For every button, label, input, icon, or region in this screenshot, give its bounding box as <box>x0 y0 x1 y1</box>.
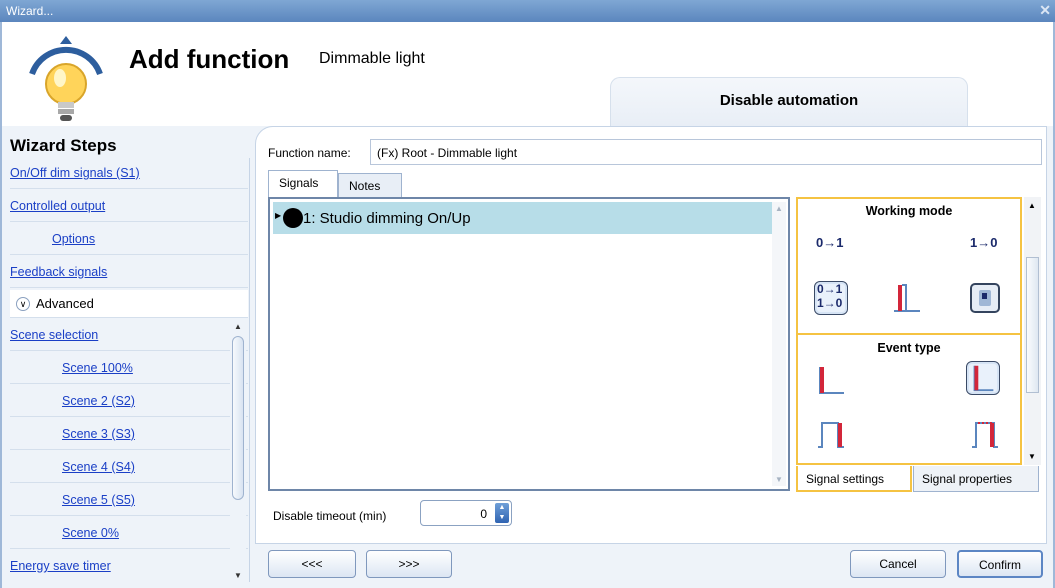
both-edges-mode-icon[interactable]: 0→1 1→0 <box>814 281 848 315</box>
function-name-field[interactable]: (Fx) Root - Dimmable light <box>370 139 1042 165</box>
timeout-value: 0 <box>480 507 487 521</box>
scroll-up-icon[interactable]: ▲ <box>775 204 783 213</box>
spinner-arrows-icon[interactable]: ▲ ▼ <box>495 503 509 523</box>
tab-signal-settings[interactable]: Signal settings <box>796 466 912 492</box>
scroll-up-icon[interactable]: ▲ <box>1028 201 1036 210</box>
rising-edge-mode-icon[interactable]: 0→1 <box>814 227 848 261</box>
section-divider <box>798 333 1020 335</box>
step-scene-4[interactable]: Scene 4 (S4) <box>10 452 248 483</box>
function-name-label: Function name: <box>268 146 351 160</box>
event-type-title: Event type <box>877 341 941 355</box>
long-press-icon-b[interactable] <box>968 417 1002 451</box>
signal-dot-icon <box>283 208 303 228</box>
tab-notes[interactable]: Notes <box>338 173 402 198</box>
bulb-icon <box>29 36 103 121</box>
window-titlebar: Wizard... ✕ <box>0 0 1055 22</box>
advanced-label: Advanced <box>36 296 94 311</box>
step-feedback-signals[interactable]: Feedback signals <box>10 257 248 288</box>
step-scene-selection[interactable]: Scene selection <box>10 320 248 351</box>
wizard-steps-list: On/Off dim signals (S1) Controlled outpu… <box>10 158 250 582</box>
properties-scrollbar[interactable]: ▲ ▼ <box>1024 197 1041 465</box>
signal-settings-panel: Working mode 0→1 1→0 0→1 1→0 Event type <box>796 197 1022 465</box>
advanced-expander[interactable]: ∨ Advanced <box>10 290 248 318</box>
toggle-device-icon[interactable] <box>968 281 1002 315</box>
signals-list: ▶ 1: Studio dimming On/Up ▲ ▼ <box>268 197 790 491</box>
signal-row[interactable]: ▶ 1: Studio dimming On/Up <box>273 202 773 234</box>
chevron-down-icon[interactable]: ∨ <box>16 297 30 311</box>
close-icon[interactable]: ✕ <box>1039 2 1051 19</box>
step-scene-100[interactable]: Scene 100% <box>10 353 248 384</box>
window-title: Wizard... <box>6 4 54 18</box>
signal-label: 1: Studio dimming On/Up <box>303 210 471 227</box>
scroll-down-icon[interactable]: ▼ <box>233 571 243 580</box>
scroll-down-icon[interactable]: ▼ <box>775 475 783 484</box>
step-on-off-dim-signals[interactable]: On/Off dim signals (S1) <box>10 158 248 189</box>
disable-timeout-stepper[interactable]: 0 ▲ ▼ <box>420 500 512 526</box>
previous-button[interactable]: <<< <box>268 550 356 578</box>
tab-signal-properties[interactable]: Signal properties <box>913 466 1039 492</box>
function-subtitle: Dimmable light <box>319 50 425 67</box>
step-energy-save-timer[interactable]: Energy save timer <box>10 551 248 582</box>
disable-automation-tab[interactable]: Disable automation <box>610 77 968 127</box>
scrollbar-thumb[interactable] <box>232 336 244 500</box>
wizard-steps-title: Wizard Steps <box>10 136 117 155</box>
scroll-up-icon[interactable]: ▲ <box>233 322 243 331</box>
disable-timeout-label: Disable timeout (min) <box>273 509 387 523</box>
signals-scrollbar[interactable]: ▲ ▼ <box>772 202 786 486</box>
wizard-header: Add function Dimmable light Disable auto… <box>2 22 1053 127</box>
steps-scrollbar[interactable]: ▲ ▼ <box>230 320 246 582</box>
next-button[interactable]: >>> <box>366 550 452 578</box>
step-options[interactable]: Options <box>10 224 248 255</box>
expand-arrow-icon[interactable]: ▶ <box>275 211 281 220</box>
step-controlled-output[interactable]: Controlled output <box>10 191 248 222</box>
long-press-icon-a[interactable] <box>814 417 848 451</box>
falling-edge-icon-b[interactable] <box>966 361 1000 395</box>
page-title: Add function <box>129 44 290 74</box>
cancel-button[interactable]: Cancel <box>850 550 946 578</box>
falling-edge-mode-icon[interactable]: 1→0 <box>968 227 1002 261</box>
step-scene-5[interactable]: Scene 5 (S5) <box>10 485 248 516</box>
falling-edge-icon-a[interactable] <box>814 363 848 397</box>
scroll-down-icon[interactable]: ▼ <box>1028 452 1036 461</box>
confirm-button[interactable]: Confirm <box>957 550 1043 578</box>
pulse-mode-icon[interactable] <box>890 281 924 315</box>
working-mode-title: Working mode <box>865 204 953 218</box>
tab-signals[interactable]: Signals <box>268 170 338 197</box>
step-scene-2[interactable]: Scene 2 (S2) <box>10 386 248 417</box>
scrollbar-thumb[interactable] <box>1026 257 1039 393</box>
step-scene-3[interactable]: Scene 3 (S3) <box>10 419 248 450</box>
step-scene-0[interactable]: Scene 0% <box>10 518 248 549</box>
